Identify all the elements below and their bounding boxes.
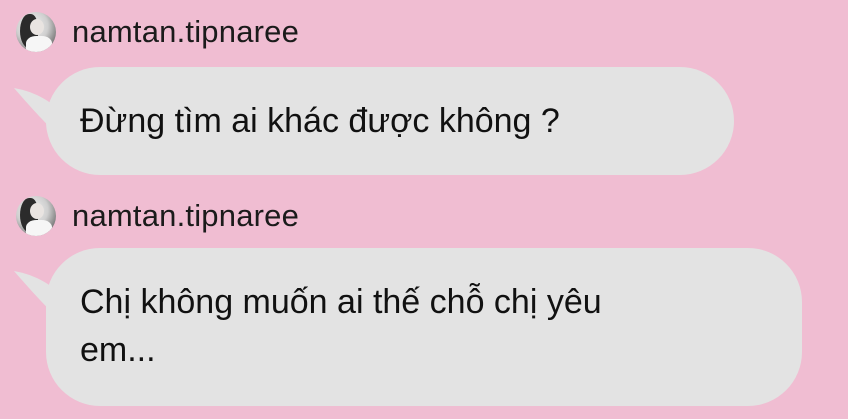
message-bubble[interactable]: Chị không muốn ai thế chỗ chị yêu em... — [46, 248, 802, 406]
sender-row: namtan.tipnaree — [16, 196, 299, 236]
avatar[interactable] — [16, 12, 56, 52]
message-text: Chị không muốn ai thế chỗ chị yêu em... — [80, 283, 602, 369]
sender-name[interactable]: namtan.tipnaree — [72, 198, 299, 234]
sender-name[interactable]: namtan.tipnaree — [72, 14, 299, 50]
message-group-2: namtan.tipnaree Chị không muốn ai thế ch… — [0, 190, 848, 419]
message-bubble[interactable]: Đừng tìm ai khác được không ? — [46, 67, 734, 175]
message-text: Đừng tìm ai khác được không ? — [80, 102, 560, 140]
avatar-face — [30, 203, 44, 219]
sender-row: namtan.tipnaree — [16, 12, 299, 52]
message-group-1: namtan.tipnaree Đừng tìm ai khác được kh… — [0, 0, 848, 190]
avatar[interactable] — [16, 196, 56, 236]
avatar-shirt — [26, 36, 52, 52]
avatar-face — [30, 19, 44, 35]
avatar-shirt — [26, 220, 52, 236]
